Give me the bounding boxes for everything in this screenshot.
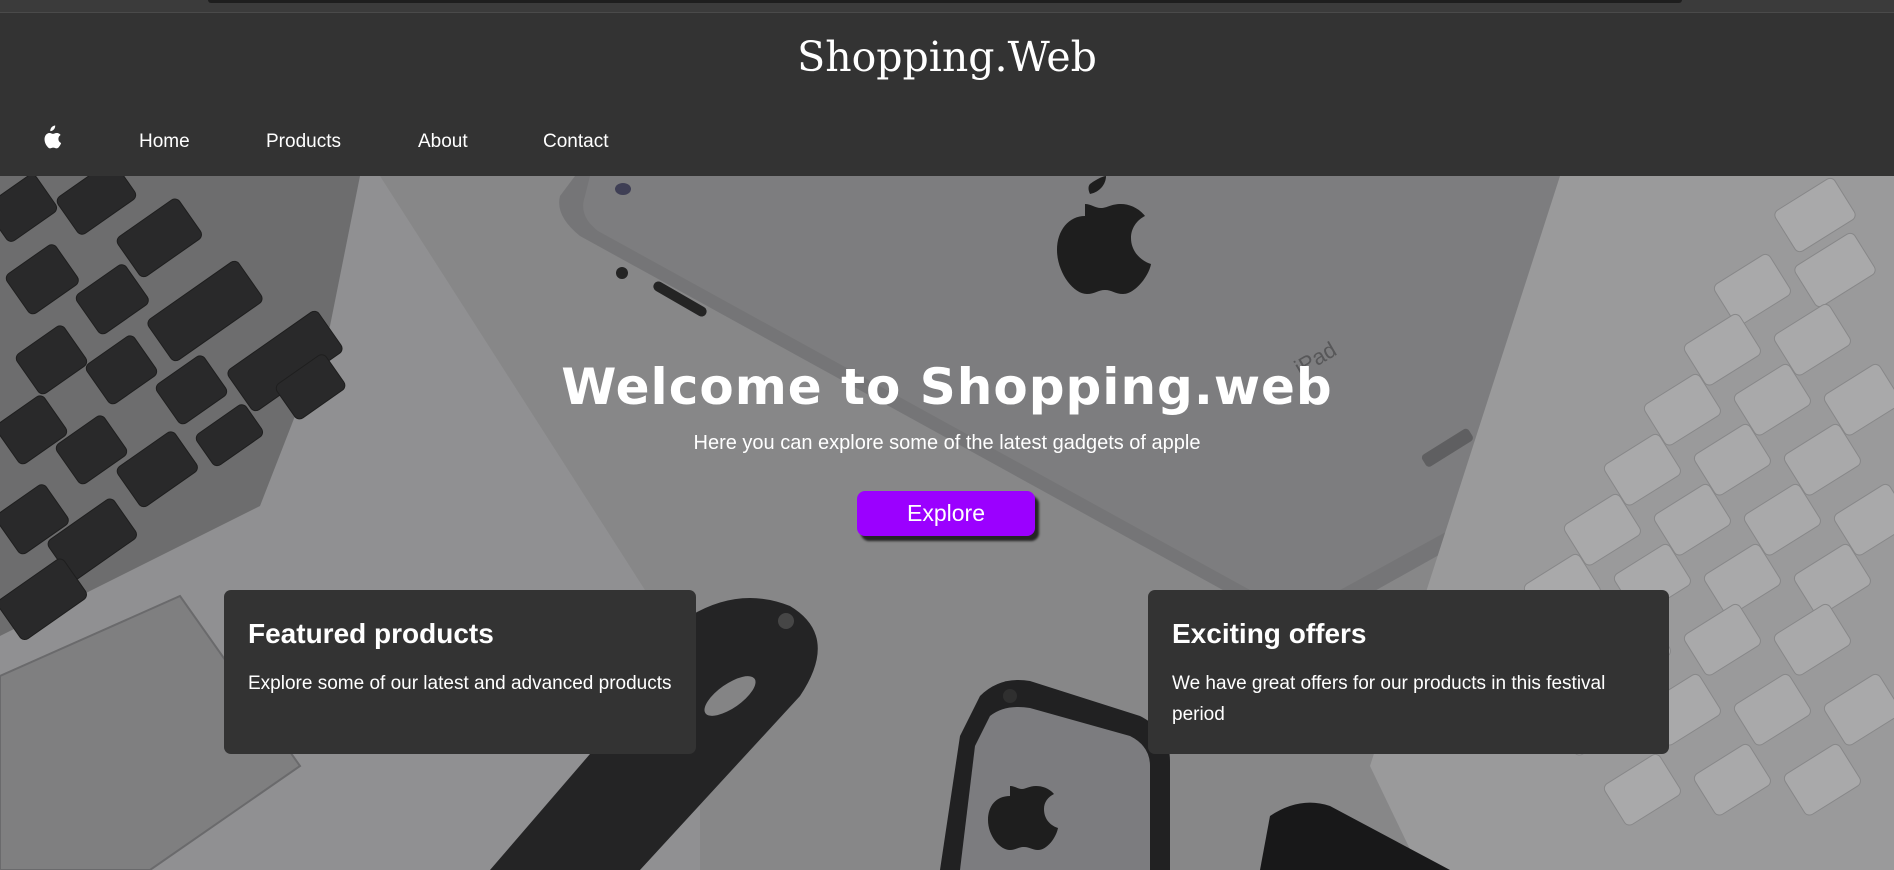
card-text: Explore some of our latest and advanced … <box>248 673 672 694</box>
hero-section: iPad Welcome to Shopping.web Here you ca… <box>0 176 1894 870</box>
hero-subtitle: Here you can explore some of the latest … <box>693 432 1201 454</box>
card-text: We have great offers for our products in… <box>1172 673 1606 725</box>
card-title: Exciting offers <box>1172 618 1367 649</box>
nav-item-home[interactable]: Home <box>139 131 190 153</box>
scroll-track <box>208 0 1682 3</box>
explore-button[interactable]: Explore <box>857 491 1035 536</box>
site-header: Shopping.Web Home Products About Contact <box>0 13 1894 176</box>
site-title: Shopping.Web <box>797 33 1097 81</box>
card-title: Featured products <box>248 618 494 649</box>
nav-item-about[interactable]: About <box>418 131 468 153</box>
hero-title: Welcome to Shopping.web <box>561 358 1333 416</box>
nav-item-products[interactable]: Products <box>266 131 341 153</box>
main-nav: Home Products About Contact <box>0 125 1894 165</box>
featured-products-card[interactable]: Featured products Explore some of our la… <box>224 590 696 754</box>
apple-icon[interactable] <box>40 125 62 151</box>
browser-top-strip <box>0 0 1894 13</box>
exciting-offers-card[interactable]: Exciting offers We have great offers for… <box>1148 590 1669 754</box>
nav-item-contact[interactable]: Contact <box>543 131 608 153</box>
